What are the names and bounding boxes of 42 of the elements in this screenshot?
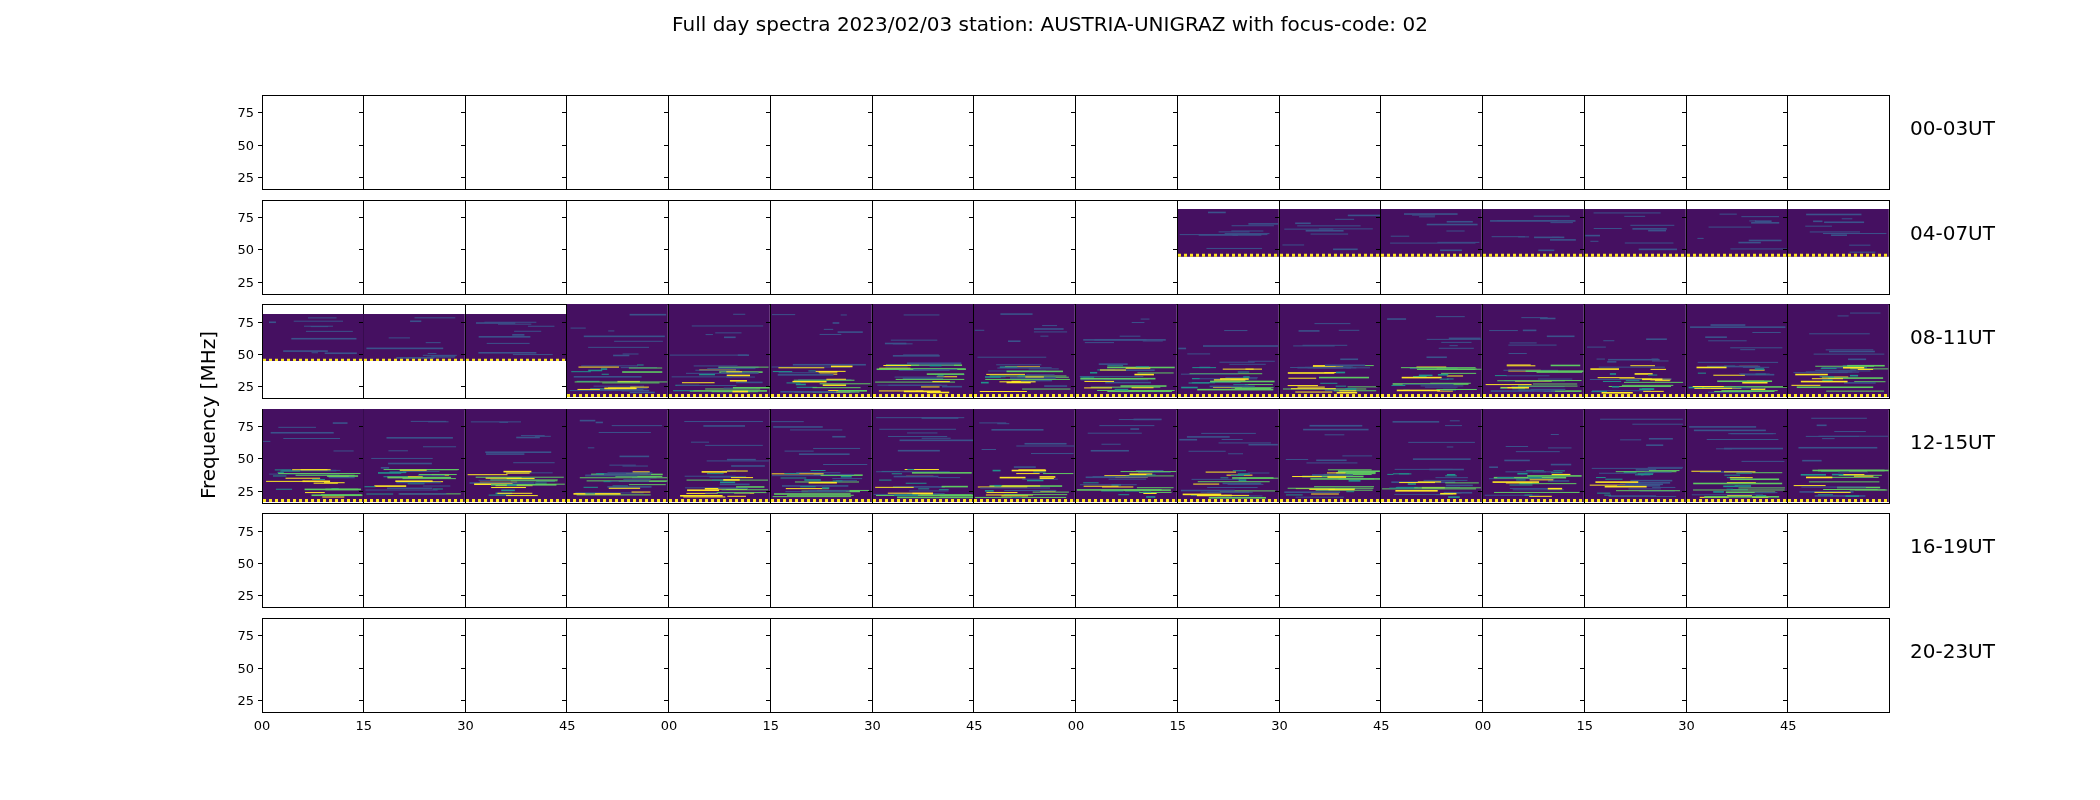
tick-label: 50	[237, 242, 254, 256]
tick-label: 25	[237, 693, 254, 707]
tick-label: 00	[1067, 718, 1085, 732]
tick-label: 25	[237, 170, 254, 184]
tick-label: 45	[1373, 718, 1390, 732]
chart-title: Full day spectra 2023/02/03 station: AUSTRIA-UNIGRAZ with focus-code: 02	[671, 11, 1429, 38]
tick-label: 75	[237, 628, 254, 642]
axis-label: Frequency [MHz]	[195, 330, 220, 499]
tick-label: 15	[355, 718, 372, 732]
row-label: 04-07UT	[1910, 220, 1995, 245]
tick-label: 30	[1678, 718, 1695, 732]
tick-label: 30	[457, 718, 474, 732]
tick-label: 75	[237, 315, 254, 329]
tick-label: 45	[1780, 718, 1797, 732]
tick-label: 30	[1271, 718, 1288, 732]
row-label: 16-19UT	[1910, 534, 1995, 559]
tick-label: 75	[237, 105, 254, 119]
row-label: 08-11UT	[1910, 325, 1995, 350]
row-label: 12-15UT	[1910, 429, 1995, 454]
tick-label: 50	[237, 347, 254, 361]
tick-label: 15	[1169, 718, 1186, 732]
tick-label: 75	[237, 210, 254, 224]
tick-label: 50	[237, 661, 254, 675]
tick-label: 30	[864, 718, 881, 732]
tick-label: 25	[237, 379, 254, 393]
tick-label: 15	[1576, 718, 1593, 732]
tick-label: 75	[237, 524, 254, 538]
tick-label: 25	[237, 275, 254, 288]
tick-label: 75	[237, 419, 254, 433]
row-label: 00-03UT	[1910, 116, 1995, 140]
tick-label: 00	[253, 718, 271, 732]
tick-label: 45	[559, 718, 576, 732]
tick-label: 50	[237, 451, 254, 465]
tick-label: 25	[237, 588, 254, 602]
tick-label: 50	[237, 556, 254, 570]
row-label: 20-23UT	[1910, 638, 1995, 663]
tick-label: 45	[966, 718, 983, 732]
tick-label: 50	[237, 138, 254, 152]
tick-label: 15	[762, 718, 779, 732]
tick-label: 00	[660, 718, 678, 732]
tick-label: 00	[1474, 718, 1492, 732]
tick-label: 25	[237, 484, 254, 498]
